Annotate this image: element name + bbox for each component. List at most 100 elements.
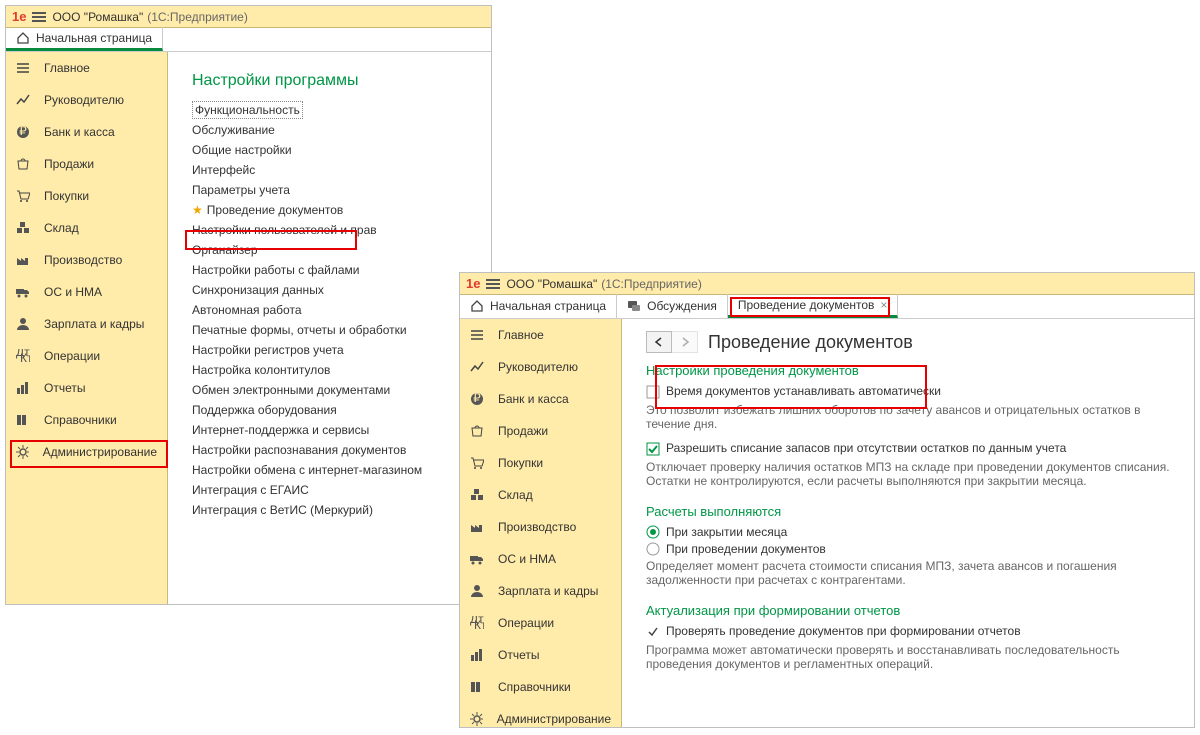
tab-row: Начальная страница: [6, 28, 491, 52]
checkbox-allow-writeoff[interactable]: Разрешить списание запасов при отсутстви…: [646, 441, 1174, 456]
sidebar-item-bank[interactable]: ₽Банк и касса: [6, 116, 167, 148]
checkbox-unchecked-icon: [646, 385, 660, 399]
check-icon: [646, 625, 660, 639]
link-doc-posting[interactable]: Проведение документов: [207, 203, 344, 217]
tab-home[interactable]: Начальная страница: [460, 294, 617, 318]
arrow-right-icon: [680, 337, 690, 347]
sidebar-item-label: Операции: [44, 349, 100, 363]
sidebar-item-operations[interactable]: ДтКтОперации: [6, 340, 167, 372]
title-org: ООО "Ромашка": [506, 277, 597, 291]
window-1: 1e ООО "Ромашка" (1С:Предприятие) Началь…: [5, 5, 492, 605]
link-register-settings[interactable]: Настройки регистров учета: [192, 343, 344, 357]
link-sync[interactable]: Синхронизация данных: [192, 283, 324, 297]
close-icon[interactable]: ×: [880, 298, 887, 312]
svg-text:Кт: Кт: [20, 351, 30, 363]
sidebar-item-production[interactable]: Производство: [460, 511, 621, 543]
sidebar-item-references[interactable]: Справочники: [460, 671, 621, 703]
link-hardware[interactable]: Поддержка оборудования: [192, 403, 337, 417]
sidebar-item-label: Продажи: [44, 157, 94, 171]
sidebar-item-manager[interactable]: Руководителю: [6, 84, 167, 116]
svg-text:Кт: Кт: [474, 618, 484, 630]
sidebar-item-assets[interactable]: ОС и НМА: [6, 276, 167, 308]
sidebar-item-salary[interactable]: Зарплата и кадры: [460, 575, 621, 607]
link-file-settings[interactable]: Настройки работы с файлами: [192, 263, 359, 277]
nav-forward-button[interactable]: [672, 331, 698, 353]
books-icon: [470, 680, 484, 694]
sidebar-item-label: Администрирование: [43, 445, 157, 459]
sidebar-item-purchase[interactable]: Покупки: [460, 447, 621, 479]
sidebar-item-label: Руководителю: [498, 360, 578, 374]
tab-doc-posting[interactable]: Проведение документов ×: [728, 294, 899, 318]
link-eshop[interactable]: Настройки обмена с интернет-магазином: [192, 463, 422, 477]
help-verify-posting: Программа может автоматически проверять …: [646, 643, 1174, 671]
tab-discussions[interactable]: Обсуждения: [617, 294, 728, 318]
sidebar-item-operations[interactable]: ДтКтОперации: [460, 607, 621, 639]
bag-icon: [470, 424, 484, 438]
sidebar-item-label: Продажи: [498, 424, 548, 438]
checkbox-verify-posting-label: Проверять проведение документов при форм…: [666, 624, 1021, 638]
window-2: 1e ООО "Ромашка" (1С:Предприятие) Началь…: [459, 272, 1195, 728]
sidebar-item-sales[interactable]: Продажи: [6, 148, 167, 180]
sidebar-item-reports[interactable]: Отчеты: [460, 639, 621, 671]
ruble-icon: ₽: [16, 125, 30, 139]
title-org: ООО "Ромашка": [52, 10, 143, 24]
sidebar-item-label: Зарплата и кадры: [44, 317, 144, 331]
factory-icon: [470, 520, 484, 534]
sidebar-item-label: Банк и касса: [498, 392, 569, 406]
tab-home[interactable]: Начальная страница: [6, 27, 163, 51]
settings-heading: Настройки программы: [192, 72, 471, 90]
svg-text:₽: ₽: [19, 125, 27, 138]
sidebar-item-bank[interactable]: ₽Банк и касса: [460, 383, 621, 415]
content-area: Проведение документов Настройки проведен…: [622, 319, 1194, 727]
bag-icon: [16, 157, 30, 171]
link-doc-recognition[interactable]: Настройки распознавания документов: [192, 443, 406, 457]
sidebar-item-warehouse[interactable]: Склад: [6, 212, 167, 244]
link-edm[interactable]: Обмен электронными документами: [192, 383, 390, 397]
hamburger-icon[interactable]: [486, 277, 500, 291]
link-offline[interactable]: Автономная работа: [192, 303, 302, 317]
sidebar-item-purchase[interactable]: Покупки: [6, 180, 167, 212]
truck-icon: [470, 552, 484, 566]
titlebar: 1e ООО "Ромашка" (1С:Предприятие): [460, 273, 1194, 295]
sidebar-item-warehouse[interactable]: Склад: [460, 479, 621, 511]
sidebar-item-reports[interactable]: Отчеты: [6, 372, 167, 404]
chart-up-icon: [16, 93, 30, 107]
hamburger-icon[interactable]: [32, 10, 46, 24]
radio-on-posting[interactable]: При проведении документов: [646, 542, 1174, 556]
link-general[interactable]: Общие настройки: [192, 143, 292, 157]
sidebar: Главное Руководителю ₽Банк и касса Прода…: [6, 52, 168, 604]
sidebar-item-main[interactable]: Главное: [6, 52, 167, 84]
factory-icon: [16, 253, 30, 267]
radio-month-close[interactable]: При закрытии месяца: [646, 525, 1174, 539]
link-egais[interactable]: Интеграция с ЕГАИС: [192, 483, 309, 497]
link-functionality[interactable]: Функциональность: [192, 101, 303, 119]
content-area: Настройки программы Функциональность Обс…: [168, 52, 491, 604]
sidebar-item-sales[interactable]: Продажи: [460, 415, 621, 447]
sidebar-item-production[interactable]: Производство: [6, 244, 167, 276]
checkbox-auto-time[interactable]: Время документов устанавливать автоматич…: [646, 384, 1174, 399]
sidebar-item-label: Справочники: [498, 680, 571, 694]
link-internet-support[interactable]: Интернет-поддержка и сервисы: [192, 423, 369, 437]
sidebar-item-administration[interactable]: Администрирование: [460, 703, 621, 735]
title-app: (1С:Предприятие): [601, 277, 702, 291]
link-organizer[interactable]: Органайзер: [192, 243, 258, 257]
link-headers-footers[interactable]: Настройка колонтитулов: [192, 363, 330, 377]
checkbox-verify-posting[interactable]: Проверять проведение документов при форм…: [646, 624, 1174, 639]
sidebar-item-manager[interactable]: Руководителю: [460, 351, 621, 383]
sidebar-item-salary[interactable]: Зарплата и кадры: [6, 308, 167, 340]
link-users-rights[interactable]: Настройки пользователей и прав: [192, 223, 377, 237]
link-accounting-params[interactable]: Параметры учета: [192, 183, 290, 197]
sidebar-item-assets[interactable]: ОС и НМА: [460, 543, 621, 575]
link-vetis[interactable]: Интеграция с ВетИС (Меркурий): [192, 503, 373, 517]
link-interface[interactable]: Интерфейс: [192, 163, 255, 177]
sidebar-item-references[interactable]: Справочники: [6, 404, 167, 436]
star-icon: ★: [192, 203, 203, 217]
sidebar-item-administration[interactable]: Администрирование: [6, 436, 167, 468]
tab-home-label: Начальная страница: [490, 299, 606, 313]
gear-icon: [470, 712, 483, 726]
link-maintenance[interactable]: Обслуживание: [192, 123, 275, 137]
link-print-forms[interactable]: Печатные формы, отчеты и обработки: [192, 323, 407, 337]
section-actualize-heading: Актуализация при формировании отчетов: [646, 603, 1174, 618]
nav-back-button[interactable]: [646, 331, 672, 353]
sidebar-item-main[interactable]: Главное: [460, 319, 621, 351]
